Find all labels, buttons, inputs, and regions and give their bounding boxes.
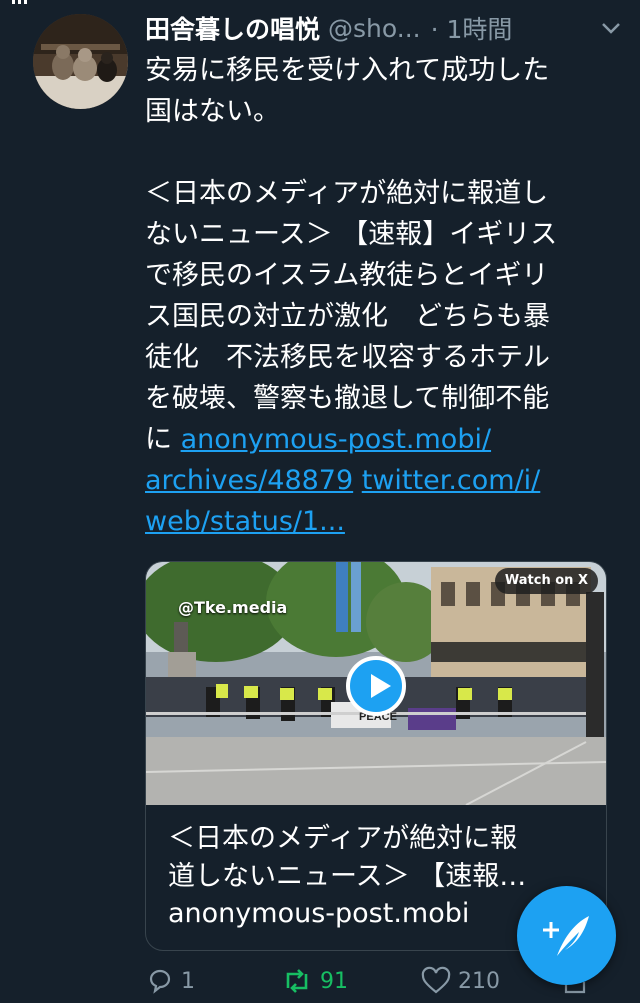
link-text: archives/48879 (145, 465, 354, 496)
tweet-text: 安易に移民を受け入れて成功した 国はない。 ＜日本のメディアが絶対に報道し ない… (145, 50, 615, 542)
status-bar (0, 0, 640, 6)
card-video-thumbnail[interactable]: PEACE @Tke.media Watch on X (146, 562, 606, 805)
reply-button[interactable]: 1 (145, 966, 195, 996)
compose-icon (543, 916, 589, 956)
avatar[interactable] (33, 14, 128, 109)
card-title-line: 道しないニュース＞ 【速報… (168, 861, 527, 892)
retweet-icon (286, 969, 308, 993)
compose-button[interactable] (517, 886, 616, 985)
display-name[interactable]: 田舎暮しの唱悦 (145, 10, 320, 46)
link-card[interactable]: PEACE @Tke.media Watch on X ＜日本のメディアが絶対に… (145, 561, 607, 951)
tweet-line: を破壊、警察も撤退して制御不能 (145, 383, 550, 414)
link-text: web/status/1... (145, 506, 345, 537)
timestamp[interactable]: · 1時間 (431, 10, 513, 46)
like-count: 210 (458, 968, 500, 994)
heart-icon (421, 966, 451, 994)
card-title: ＜日本のメディアが絶対に報 道しないニュース＞ 【速報… (168, 820, 588, 896)
link-text: twitter.com/i/ (361, 465, 541, 496)
tweet-line: に (145, 424, 181, 455)
tweet-line: ス国民の対立が激化 どちらも暴 (145, 301, 550, 332)
play-icon[interactable] (346, 656, 406, 716)
tweet-line: で移民のイスラム教徒らとイギリ (145, 260, 549, 291)
card-title-line: ＜日本のメディアが絶対に報 (168, 823, 518, 854)
link-text: anonymous-post.mobi/ (180, 424, 492, 455)
reply-count: 1 (181, 968, 195, 994)
tweet-header: 田舎暮しの唱悦 @sho... · 1時間 (145, 10, 625, 46)
tweet-line: 安易に移民を受け入れて成功した (145, 55, 550, 86)
user-handle[interactable]: @sho... (328, 14, 421, 43)
retweet-count: 91 (320, 968, 348, 994)
tweet-line: ＜日本のメディアが絶対に報道し (145, 178, 549, 209)
tweet-line: 国はない。 (145, 96, 280, 127)
card-domain: anonymous-post.mobi (168, 898, 470, 929)
avatar-image (33, 14, 128, 109)
video-watermark: @Tke.media (178, 598, 288, 617)
tweet-line: ないニュース＞ 【速報】イギリス (145, 219, 558, 250)
watch-on-x-badge[interactable]: Watch on X (494, 568, 598, 594)
reply-icon (149, 969, 171, 994)
tweet-line: 徒化 不法移民を収容するホテル (145, 342, 550, 373)
retweet-button[interactable]: 91 (280, 966, 348, 996)
signal-icon (12, 0, 34, 4)
like-button[interactable]: 210 (420, 966, 500, 996)
chevron-down-icon[interactable] (597, 16, 625, 40)
